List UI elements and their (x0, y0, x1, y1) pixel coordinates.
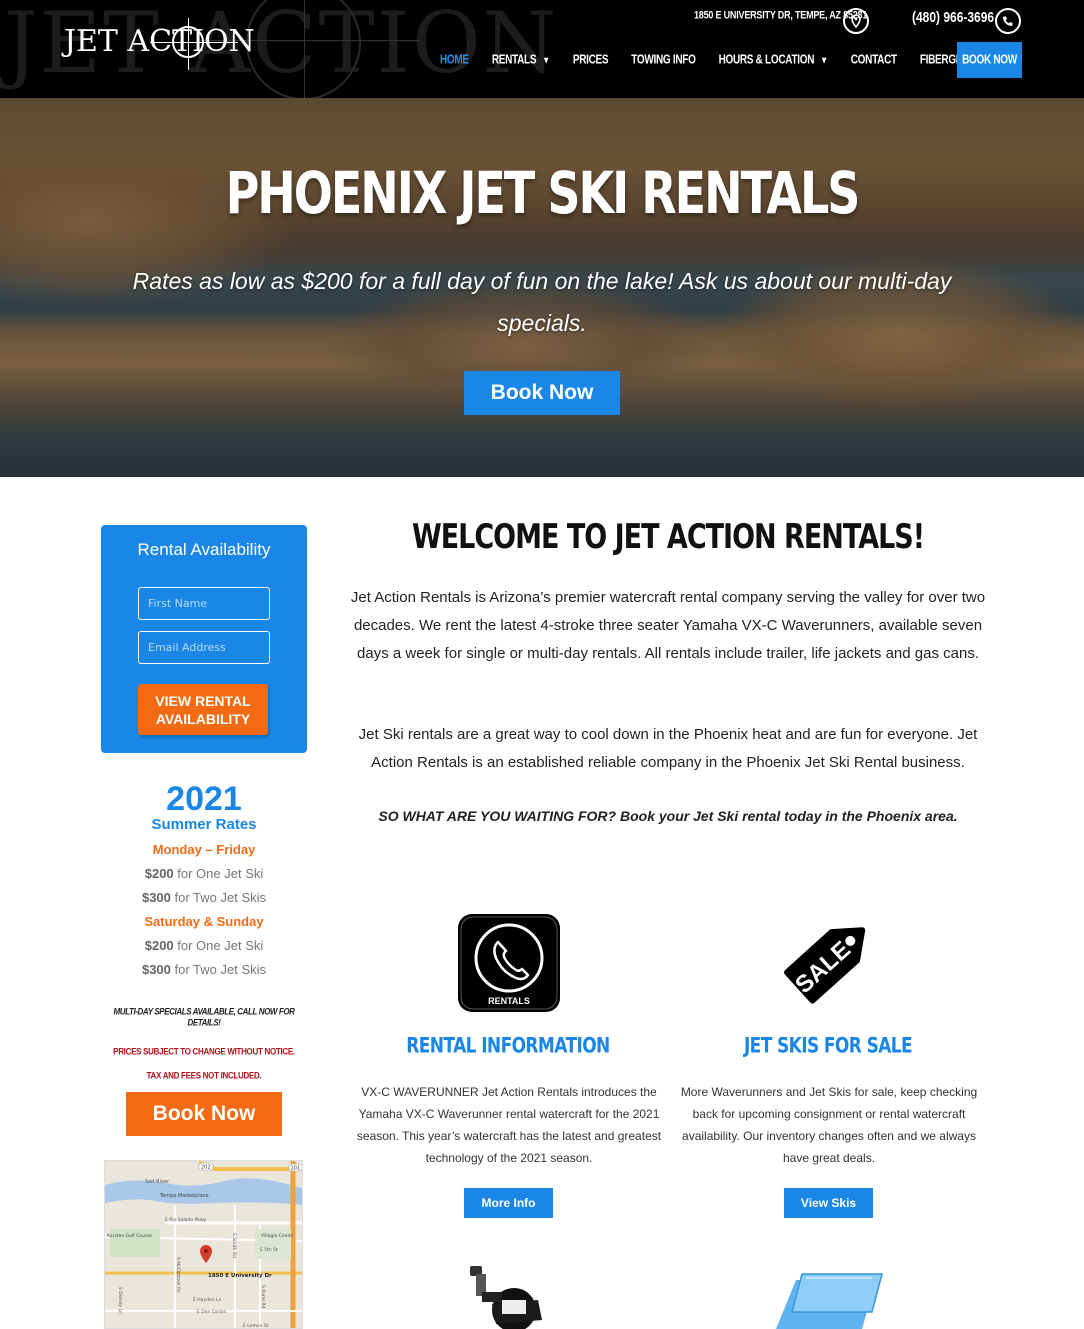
weekday-heading: Monday – Friday (152, 842, 256, 857)
map-label: S Dorsey Ln (117, 1287, 123, 1314)
weekend-heading: Saturday & Sunday (144, 914, 264, 929)
nav-rentals[interactable]: RENTALS ▼ (492, 53, 550, 67)
map-label: 1850 E University Dr (208, 1273, 272, 1279)
location-map[interactable]: Salt River Tempe Marketplace E Rio Salad… (104, 1160, 303, 1329)
rate-line: $300 for Two Jet Skis (141, 890, 267, 905)
map-label: 101 (291, 1166, 301, 1172)
logo-crosshair-line (188, 18, 189, 70)
map-label: E 5th St (260, 1247, 278, 1253)
site-header: JET ACTION JET ACTION 1850 E UNIVERSITY … (0, 0, 1084, 98)
map-label: 202 (201, 1165, 211, 1171)
call-to-action-text: SO WHAT ARE YOU WAITING FOR? Book your J… (378, 808, 958, 824)
nav-prices[interactable]: PRICES (573, 53, 609, 67)
rate-line: $300 for Two Jet Skis (141, 962, 267, 977)
header-phone[interactable]: (480) 966-3696 (912, 9, 994, 26)
map-graphic: Salt River Tempe Marketplace E Rio Salad… (105, 1161, 302, 1329)
intro-paragraph: Jet Action Rentals is Arizona’s premier … (350, 589, 986, 662)
rate-line: $200 for One Jet Ski (144, 938, 264, 953)
rentals-icon-label: RENTALS (488, 996, 530, 1006)
map-label: Tempe Marketplace (159, 1193, 209, 1199)
rentals-phone-icon: RENTALS (456, 912, 562, 1014)
welcome-title: WELCOME TO JET ACTION RENTALS! (411, 518, 925, 557)
chevron-down-icon: ▼ (820, 54, 828, 66)
map-label: Karsten Golf Course (107, 1233, 152, 1239)
hero-title: PHOENIX JET SKI RENTALS (225, 159, 861, 227)
hero-book-now-button[interactable]: Book Now (464, 371, 620, 415)
availability-title: Rental Availability (137, 540, 271, 559)
view-rental-availability-button[interactable]: VIEW RENTAL AVAILABILITY (138, 684, 268, 735)
map-label: Salt River (145, 1179, 170, 1185)
first-name-field[interactable] (138, 587, 270, 620)
map-label: E Don Carlos (197, 1309, 227, 1315)
multi-day-note: MULTI-DAY SPECIALS AVAILABLE, CALL NOW F… (113, 1006, 295, 1028)
price-disclaimer: PRICES SUBJECT TO CHANGE WITHOUT NOTICE.… (113, 1046, 295, 1081)
map-label: S McClintock Dr (175, 1257, 181, 1293)
towing-hitch-icon (462, 1264, 558, 1329)
more-info-button[interactable]: More Info (464, 1188, 553, 1218)
sidebar-book-now-button[interactable]: Book Now (126, 1092, 282, 1136)
jet-skis-for-sale-desc: More Waverunners and Jet Skis for sale, … (680, 1085, 978, 1165)
phone-icon[interactable] (995, 8, 1021, 34)
nav-home[interactable]: HOME (440, 53, 469, 67)
header-address: 1850 E UNIVERSITY DR, TEMPE, AZ 85281 (694, 9, 868, 21)
sale-tag-icon: SALE (774, 908, 882, 1014)
rates-subtitle: Summer Rates (151, 816, 257, 833)
nav-contact[interactable]: CONTACT (851, 53, 897, 67)
hero-banner: PHOENIX JET SKI RENTALS Rates as low as … (0, 98, 1084, 477)
hero-subtitle: Rates as low as $200 for a full day of f… (132, 268, 952, 336)
map-label: S Smith Rd (231, 1233, 237, 1258)
map-label: E Lemon St (243, 1323, 269, 1329)
intro-paragraph: Jet Ski rentals are a great way to cool … (358, 726, 978, 771)
main-nav: HOME RENTALS ▼ PRICES TOWING INFO HOURS &… (440, 42, 1042, 78)
rental-information-title: RENTAL INFORMATION (406, 1033, 610, 1059)
rental-availability-form: Rental Availability VIEW RENTAL AVAILABI… (101, 525, 307, 753)
view-skis-button[interactable]: View Skis (784, 1188, 873, 1218)
logo-crosshair-line (150, 42, 238, 43)
map-label: S Rural Rd (260, 1285, 266, 1308)
fiberglass-repair-icon (776, 1272, 884, 1329)
email-field[interactable] (138, 631, 270, 664)
map-label: E Hayden Ln (193, 1297, 221, 1303)
chevron-down-icon: ▼ (542, 54, 550, 66)
nav-hours-location[interactable]: HOURS & LOCATION ▼ (719, 53, 828, 67)
logo-watermark-line (304, 0, 305, 98)
rates-year: 2021 (166, 780, 242, 818)
rental-information-desc: VX-C WAVERUNNER Jet Action Rentals intro… (356, 1085, 662, 1165)
rate-line: $200 for One Jet Ski (144, 866, 264, 881)
map-label: Villagio Condo (261, 1233, 293, 1239)
map-label: E Rio Salado Pkwy (165, 1217, 206, 1223)
jet-skis-for-sale-title: JET SKIS FOR SALE (743, 1033, 913, 1059)
nav-towing-info[interactable]: TOWING INFO (631, 53, 696, 67)
nav-book-now-button[interactable]: BOOK NOW (957, 42, 1022, 78)
map-pin-icon[interactable] (843, 8, 869, 34)
